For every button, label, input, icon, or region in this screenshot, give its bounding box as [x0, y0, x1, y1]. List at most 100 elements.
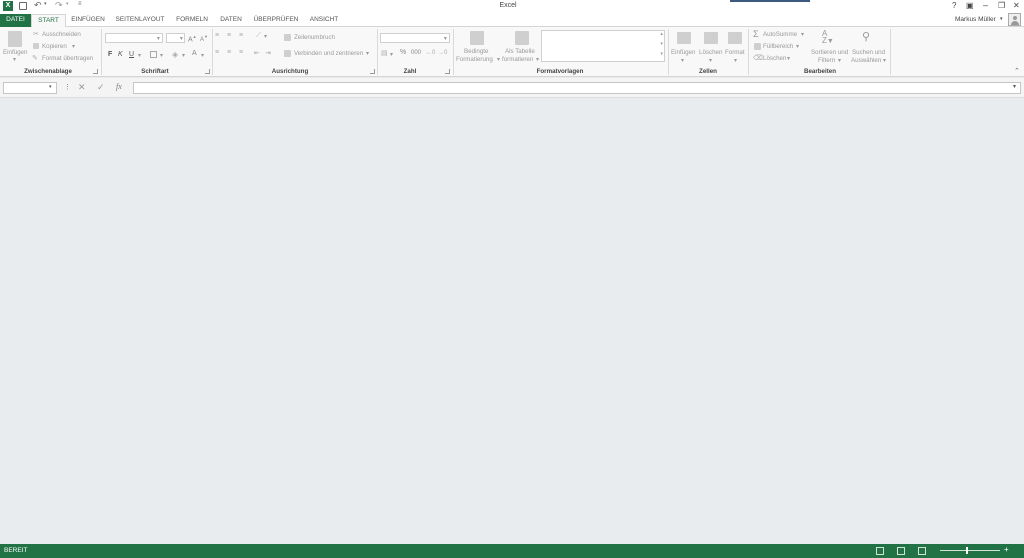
minimize-button[interactable]: –: [983, 0, 988, 10]
align-bottom-button[interactable]: ≡: [239, 32, 243, 39]
tab-view[interactable]: ANSICHT: [305, 14, 343, 27]
sort-filter-dropdown-icon[interactable]: ▾: [838, 57, 841, 64]
view-normal-icon[interactable]: [876, 547, 884, 555]
accounting-format-button[interactable]: ▤: [381, 49, 388, 57]
tab-review[interactable]: ÜBERPRÜFEN: [251, 14, 301, 27]
increase-decimal-button[interactable]: ←0: [426, 50, 435, 56]
conditional-formatting-line1[interactable]: Bedingte: [464, 48, 488, 55]
borders-dropdown-icon[interactable]: ▾: [160, 52, 163, 59]
conditional-formatting-line2[interactable]: Formatierung: [456, 56, 493, 63]
italic-button[interactable]: K: [118, 51, 123, 58]
user-menu-chevron-icon[interactable]: ▾: [1000, 16, 1003, 22]
zoom-slider-thumb[interactable]: [966, 547, 968, 554]
clear-button[interactable]: Löschen: [763, 55, 786, 62]
align-top-button[interactable]: ≡: [215, 32, 219, 39]
comma-style-button[interactable]: 000: [411, 50, 421, 56]
zoom-in-icon[interactable]: +: [1004, 545, 1009, 554]
tab-file[interactable]: DATEI: [0, 14, 31, 27]
zoom-slider[interactable]: [940, 550, 1000, 551]
align-center-button[interactable]: ≡: [227, 49, 231, 56]
redo-dropdown-icon[interactable]: ▾: [66, 1, 69, 7]
tab-formulas[interactable]: FORMELN: [172, 14, 212, 27]
paste-dropdown-icon[interactable]: ▾: [13, 56, 16, 63]
save-icon[interactable]: [19, 2, 27, 10]
increase-indent-button[interactable]: ⇥: [265, 49, 271, 57]
percent-style-button[interactable]: %: [400, 49, 406, 56]
formula-input[interactable]: [133, 82, 1021, 94]
merge-center-icon[interactable]: [284, 50, 291, 57]
alignment-dialog-launcher-icon[interactable]: [370, 69, 375, 74]
clear-icon[interactable]: ⌫: [753, 54, 763, 62]
name-box-dropdown-icon[interactable]: ▾: [49, 84, 52, 90]
insert-cells-button[interactable]: Einfügen: [671, 49, 695, 56]
find-select-line1[interactable]: Suchen und: [852, 49, 885, 56]
autosum-button[interactable]: AutoSumme: [763, 31, 797, 38]
font-size-dropdown[interactable]: ▾: [166, 33, 185, 43]
view-page-break-icon[interactable]: [918, 547, 926, 555]
sort-filter-line1[interactable]: Sortieren und: [811, 49, 848, 56]
borders-icon[interactable]: [150, 51, 157, 58]
number-dialog-launcher-icon[interactable]: [445, 69, 450, 74]
gallery-scroll-down-icon[interactable]: ▾: [660, 41, 663, 47]
font-name-dropdown[interactable]: ▾: [105, 33, 163, 43]
wrap-text-button[interactable]: Zeilenumbruch: [294, 34, 335, 41]
orientation-button[interactable]: ⟋: [256, 32, 261, 40]
format-cells-button[interactable]: Format: [725, 49, 745, 56]
fill-icon[interactable]: [754, 43, 761, 50]
gallery-more-icon[interactable]: ▾: [660, 51, 663, 57]
decrease-decimal-button[interactable]: →0: [438, 50, 447, 56]
format-painter-icon[interactable]: ✎: [32, 54, 38, 62]
user-name[interactable]: Markus Müller: [955, 16, 996, 23]
number-format-dropdown[interactable]: ▾: [380, 33, 450, 43]
cancel-entry-button[interactable]: ✕: [78, 82, 86, 93]
font-dialog-launcher-icon[interactable]: [205, 69, 210, 74]
format-as-table-line1[interactable]: Als Tabelle: [505, 48, 535, 55]
tab-insert[interactable]: EINFÜGEN: [68, 14, 108, 27]
clear-dropdown-icon[interactable]: ▾: [787, 55, 790, 62]
paste-icon[interactable]: [8, 31, 22, 47]
merge-dropdown-icon[interactable]: ▾: [366, 50, 369, 57]
tab-data[interactable]: DATEN: [215, 14, 247, 27]
format-painter-button[interactable]: Format übertragen: [42, 55, 93, 62]
copy-button[interactable]: Kopieren: [42, 43, 67, 50]
view-page-layout-icon[interactable]: [897, 547, 905, 555]
format-as-table-icon[interactable]: [515, 31, 529, 45]
clipboard-dialog-launcher-icon[interactable]: [93, 69, 98, 74]
tab-start[interactable]: START: [31, 14, 66, 28]
formula-bar-options-icon[interactable]: ⋮: [64, 83, 71, 91]
sort-filter-line2[interactable]: Filtern: [818, 57, 835, 64]
cut-button[interactable]: Ausschneiden: [42, 31, 81, 38]
find-select-icon[interactable]: ⚲: [862, 30, 870, 43]
find-select-dropdown-icon[interactable]: ▾: [883, 57, 886, 64]
confirm-entry-button[interactable]: ✓: [97, 82, 105, 93]
insert-cells-dropdown-icon[interactable]: ▾: [681, 57, 684, 64]
paste-button[interactable]: Einfügen: [3, 49, 27, 56]
underline-button[interactable]: U: [129, 51, 134, 58]
underline-dropdown-icon[interactable]: ▾: [138, 52, 141, 59]
fill-dropdown-icon[interactable]: ▾: [796, 43, 799, 50]
format-cells-icon[interactable]: [728, 32, 742, 44]
expand-formula-bar-icon[interactable]: ▾: [1013, 83, 1016, 90]
delete-cells-dropdown-icon[interactable]: ▾: [709, 57, 712, 64]
autosum-dropdown-icon[interactable]: ▾: [801, 31, 804, 38]
undo-icon[interactable]: ↶: [34, 0, 42, 11]
delete-cells-button[interactable]: Löschen: [699, 49, 722, 56]
bold-button[interactable]: F: [108, 51, 112, 58]
copy-dropdown-icon[interactable]: ▾: [72, 43, 75, 50]
copy-icon[interactable]: [33, 43, 39, 49]
fill-color-dropdown-icon[interactable]: ▾: [182, 52, 185, 59]
customize-qat-icon[interactable]: ≡: [78, 1, 82, 7]
sort-filter-icon[interactable]: A Z▼: [822, 30, 834, 46]
align-right-button[interactable]: ≡: [239, 49, 243, 56]
undo-dropdown-icon[interactable]: ▾: [44, 1, 47, 7]
tab-page-layout[interactable]: SEITENLAYOUT: [112, 14, 168, 27]
fill-color-icon[interactable]: ◈: [172, 50, 178, 59]
orientation-dropdown-icon[interactable]: ▾: [264, 33, 267, 40]
increase-font-size-button[interactable]: A▲: [188, 34, 197, 43]
gallery-scroll-up-icon[interactable]: ▴: [660, 31, 663, 37]
insert-function-button[interactable]: fx: [116, 82, 122, 91]
decrease-font-size-button[interactable]: A▼: [200, 34, 208, 43]
font-color-button[interactable]: A: [192, 50, 197, 57]
conditional-formatting-icon[interactable]: [470, 31, 484, 45]
delete-cells-icon[interactable]: [704, 32, 718, 44]
